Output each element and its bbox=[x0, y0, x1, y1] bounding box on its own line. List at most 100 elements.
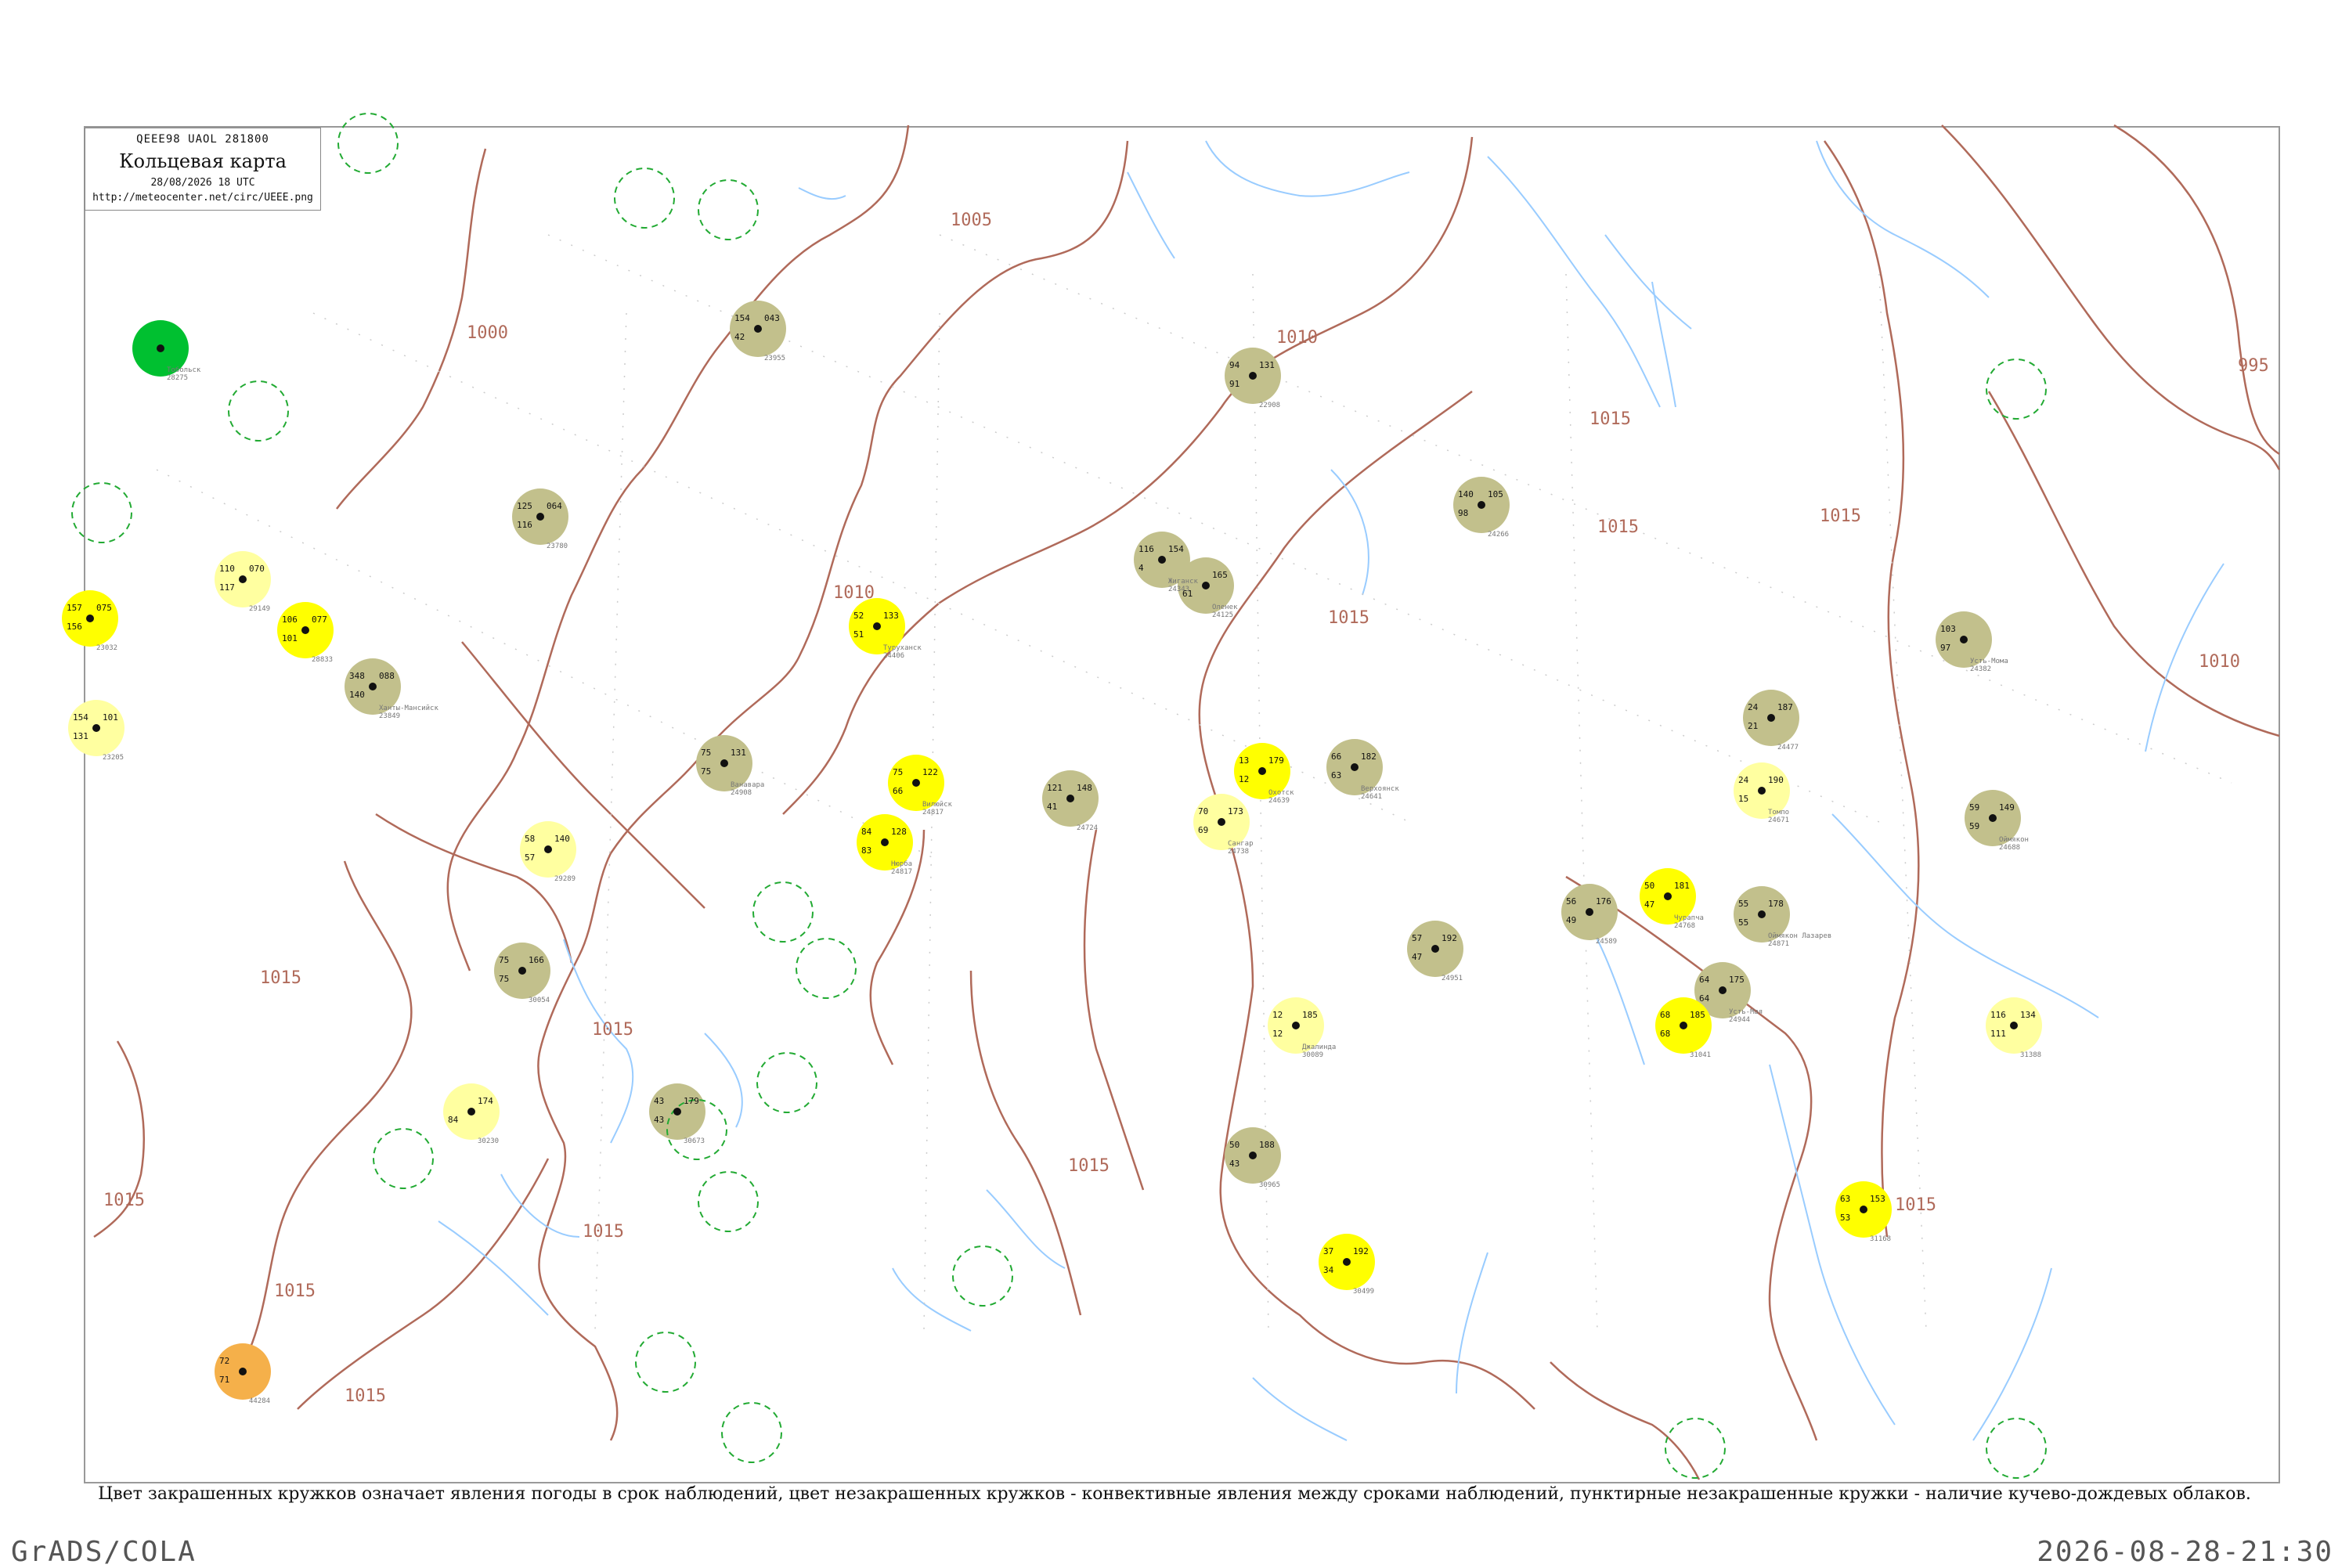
station-name: Оймякон bbox=[1999, 836, 2029, 844]
station-value: 122 bbox=[922, 767, 938, 777]
station-value: 37 bbox=[1323, 1246, 1333, 1256]
station-id: 22908 bbox=[1259, 402, 1280, 409]
station-value: 157 bbox=[67, 603, 82, 613]
station-value: 47 bbox=[1644, 899, 1654, 910]
station-dot bbox=[1767, 714, 1775, 722]
station-id: 24477 bbox=[1777, 744, 1799, 752]
station-value: 75 bbox=[893, 767, 903, 777]
station-value: 185 bbox=[1302, 1010, 1318, 1020]
station-name: Томпо bbox=[1768, 809, 1789, 816]
station-id: 24589 bbox=[1596, 938, 1617, 946]
station-id: 30673 bbox=[684, 1137, 705, 1145]
isobar-label: 1015 bbox=[274, 1281, 316, 1301]
station-value: 94 bbox=[1229, 360, 1240, 370]
station-dot bbox=[467, 1108, 475, 1116]
station-value: 57 bbox=[525, 852, 535, 863]
station-id: 24382 bbox=[1970, 665, 1991, 673]
isobar-label: 1015 bbox=[1820, 506, 1861, 526]
station-value: 131 bbox=[731, 748, 746, 758]
isobar-label: 1010 bbox=[833, 583, 875, 603]
station-dot bbox=[1066, 795, 1074, 802]
station-value: 55 bbox=[1738, 917, 1748, 928]
station-value: 106 bbox=[282, 615, 298, 625]
station-id: 24266 bbox=[1488, 531, 1509, 539]
map-date: 28/08/2026 18 UTC bbox=[150, 177, 255, 189]
station-name: Усть-Мая bbox=[1729, 1008, 1763, 1016]
station-dot bbox=[754, 325, 762, 333]
isobar-label: 1015 bbox=[592, 1020, 633, 1040]
map-legend: QEEE98 UAOL 281800 Кольцевая карта 28/08… bbox=[85, 128, 321, 211]
station-dot bbox=[536, 513, 544, 521]
station-value: 179 bbox=[1268, 755, 1284, 766]
station-value: 116 bbox=[1138, 544, 1154, 554]
station-value: 131 bbox=[1259, 360, 1275, 370]
station-value: 75 bbox=[499, 955, 509, 965]
station-value: 103 bbox=[1940, 624, 1956, 634]
station-dot bbox=[1249, 372, 1257, 380]
station-id: 30499 bbox=[1353, 1288, 1374, 1296]
station-value: 84 bbox=[448, 1115, 459, 1125]
station-dot bbox=[1758, 787, 1766, 795]
station-id: 24724 bbox=[1077, 824, 1098, 832]
station-dot bbox=[1860, 1206, 1867, 1213]
station-id: 24125 bbox=[1212, 611, 1233, 619]
station-id: 24688 bbox=[1999, 844, 2020, 852]
station-value: 63 bbox=[1840, 1194, 1850, 1204]
station-dot bbox=[1431, 945, 1439, 953]
station-value: 140 bbox=[1458, 489, 1474, 499]
station-value: 166 bbox=[529, 955, 544, 965]
station-value: 116 bbox=[1990, 1010, 2006, 1020]
station-value: 43 bbox=[654, 1115, 664, 1125]
station-dot bbox=[1960, 636, 1968, 643]
station-id: 24639 bbox=[1268, 797, 1290, 805]
station-dot bbox=[1478, 501, 1485, 509]
station-name: Сангар bbox=[1228, 840, 1254, 848]
station-value: 15 bbox=[1738, 794, 1748, 804]
station-id: 24908 bbox=[731, 789, 752, 797]
station-id: 24817 bbox=[891, 868, 912, 876]
station-value: 49 bbox=[1566, 915, 1576, 925]
station-value: 188 bbox=[1259, 1140, 1275, 1150]
isobar-label: 1010 bbox=[1276, 328, 1318, 348]
station-dot bbox=[1343, 1258, 1351, 1266]
station-id: 23205 bbox=[103, 754, 124, 762]
station-value: 72 bbox=[219, 1356, 229, 1366]
station-id: 31388 bbox=[2020, 1051, 2041, 1059]
station-dot bbox=[2010, 1022, 2018, 1029]
station-value: 59 bbox=[1969, 802, 1979, 813]
map-caption: Цвет закрашенных кружков означает явлени… bbox=[98, 1484, 2251, 1504]
station-dot bbox=[86, 615, 94, 622]
station-value: 91 bbox=[1229, 379, 1239, 389]
station-value: 181 bbox=[1674, 881, 1690, 891]
station-dot bbox=[1664, 892, 1672, 900]
station-value: 41 bbox=[1047, 802, 1057, 812]
station-id: 28275 bbox=[167, 374, 188, 382]
station-id: 24944 bbox=[1729, 1016, 1750, 1024]
isobar-label: 1015 bbox=[103, 1191, 145, 1210]
station-value: 34 bbox=[1323, 1265, 1334, 1275]
station-dot bbox=[92, 724, 100, 732]
station-id: 24641 bbox=[1361, 793, 1382, 801]
station-value: 58 bbox=[525, 834, 535, 844]
station-value: 175 bbox=[1729, 975, 1745, 985]
station-dot bbox=[301, 626, 309, 634]
station-dot bbox=[1719, 986, 1727, 994]
station-value: 043 bbox=[764, 313, 780, 323]
station-value: 63 bbox=[1331, 770, 1341, 780]
station-dot bbox=[157, 344, 164, 352]
station-dot bbox=[912, 779, 920, 787]
station-value: 53 bbox=[1840, 1213, 1850, 1223]
station-value: 077 bbox=[312, 615, 327, 625]
station-id: 24817 bbox=[922, 809, 944, 816]
station-id: 30089 bbox=[1302, 1051, 1323, 1059]
station-value: 178 bbox=[1768, 899, 1784, 909]
station-dot bbox=[369, 683, 377, 690]
station-value: 84 bbox=[861, 827, 872, 837]
station-id: 24871 bbox=[1768, 940, 1789, 948]
station-value: 12 bbox=[1239, 774, 1249, 784]
station-dot bbox=[544, 845, 552, 853]
station-value: 117 bbox=[219, 582, 235, 593]
station-value: 43 bbox=[1229, 1159, 1239, 1169]
station-id: 24738 bbox=[1228, 848, 1249, 856]
station-value: 176 bbox=[1596, 896, 1611, 907]
